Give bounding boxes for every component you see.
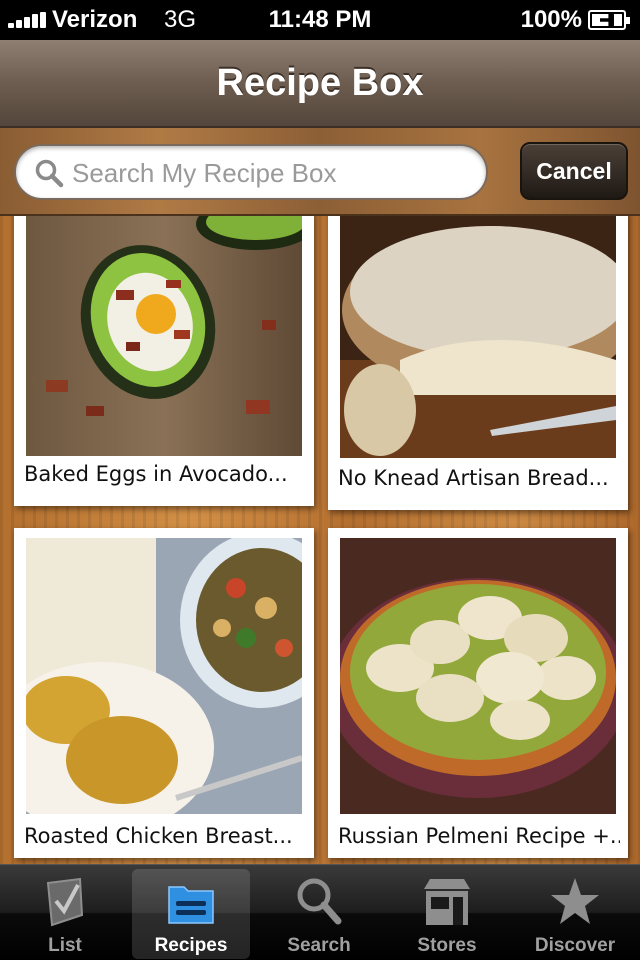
- tab-label: Search: [287, 935, 351, 956]
- baked-eggs-avocado-photo: [26, 216, 302, 456]
- tab-recipes[interactable]: Recipes: [132, 869, 250, 959]
- recipe-title: Russian Pelmeni Recipe +...: [338, 824, 620, 848]
- checklist-icon: [46, 877, 84, 927]
- recipe-card[interactable]: Roasted Chicken Breast...: [14, 528, 314, 858]
- tab-list[interactable]: List: [6, 869, 124, 959]
- navigation-bar: Recipe Box: [0, 40, 640, 128]
- recipe-card[interactable]: Russian Pelmeni Recipe +...: [328, 528, 628, 858]
- folder-icon: [168, 886, 214, 924]
- tab-stores[interactable]: Stores: [388, 869, 506, 959]
- recipe-title: Roasted Chicken Breast...: [24, 824, 293, 848]
- tab-label: Recipes: [154, 935, 228, 956]
- tab-label: Stores: [417, 935, 477, 956]
- battery-icon: [588, 10, 630, 30]
- page-title: Recipe Box: [216, 62, 424, 104]
- cancel-button[interactable]: Cancel: [520, 142, 628, 200]
- tab-label: Discover: [534, 935, 616, 956]
- pelmeni-photo: [340, 538, 616, 814]
- status-bar: Verizon 3G 11:48 PM 100%: [0, 0, 640, 40]
- recipe-card[interactable]: Baked Eggs in Avocado...: [14, 216, 314, 506]
- tab-discover[interactable]: Discover: [516, 869, 634, 959]
- tab-bar: List Recipes Search Stores Discover: [0, 864, 640, 960]
- search-input[interactable]: [72, 154, 472, 192]
- artisan-bread-photo: [340, 216, 616, 458]
- tab-search[interactable]: Search: [260, 869, 378, 959]
- roasted-chicken-photo: [26, 538, 302, 814]
- tab-label: List: [48, 935, 82, 956]
- store-icon: [424, 879, 470, 925]
- star-icon: [551, 878, 599, 924]
- search-icon: [297, 878, 342, 925]
- recipe-grid: Baked Eggs in Avocado... No Knead Artisa…: [0, 216, 640, 864]
- recipe-title: Baked Eggs in Avocado...: [24, 462, 288, 486]
- recipe-card[interactable]: No Knead Artisan Bread...: [328, 216, 628, 510]
- recipe-title: No Knead Artisan Bread...: [338, 466, 609, 490]
- battery-percentage: 100%: [520, 6, 582, 33]
- search-field[interactable]: [14, 144, 488, 200]
- search-icon: [35, 159, 64, 188]
